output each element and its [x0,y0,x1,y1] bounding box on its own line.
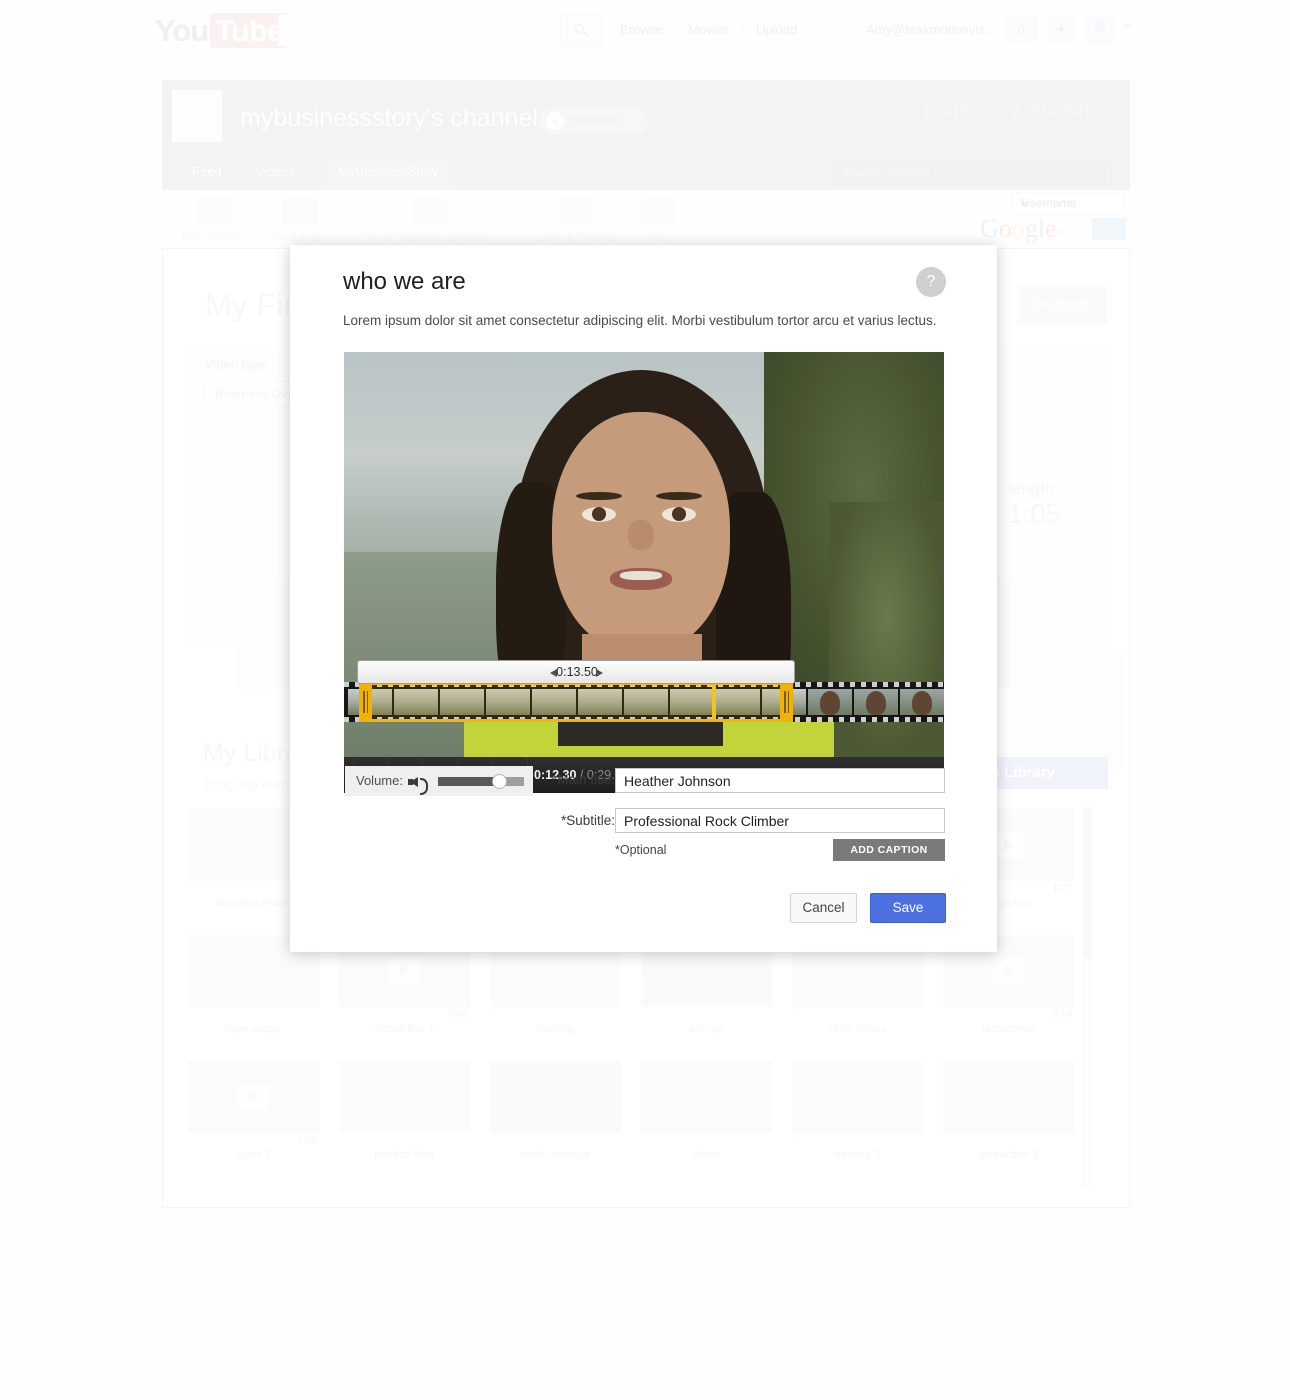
add-caption-button[interactable]: ADD CAPTION [833,839,945,861]
film-frame-image [854,689,898,715]
save-button[interactable]: Save [870,893,946,923]
subject-pupil-right [672,507,686,521]
timeline-time: 0:13.50 [556,665,598,679]
next-frame-arrow-icon[interactable] [596,669,603,677]
trim-selection[interactable] [359,682,793,722]
subject-brow-left [576,492,622,500]
film-frame[interactable] [900,689,944,715]
cancel-button[interactable]: Cancel [790,893,857,923]
edit-clip-modal: who we are ? Lorem ipsum dolor sit amet … [290,245,997,952]
volume-label: Volume: [356,773,403,788]
subtitle-label: *Subtitle: [560,813,615,828]
modal-description: Lorem ipsum dolor sit amet consectetur a… [343,313,937,328]
help-icon[interactable]: ? [916,267,946,297]
film-frame-image [900,689,944,715]
optional-note: *Optional [615,843,667,857]
film-frame-image [808,689,852,715]
trim-handle-end[interactable] [780,682,793,722]
film-frame-face [869,695,883,712]
film-frame[interactable] [854,689,898,715]
app-page: YouTube Browse | Movies | Upload Amy@tea… [0,0,1290,1400]
modal-title: who we are [343,268,466,295]
trim-timeline[interactable]: 0:13.50 [344,660,944,757]
timeline-scrubber[interactable]: 0:13.50 [357,660,795,684]
film-frame-face [823,695,837,712]
subtitle-input[interactable] [615,808,945,833]
subject-brow-right [656,492,702,500]
main-title-input[interactable] [615,768,945,793]
film-frame[interactable] [808,689,852,715]
film-frame-face [915,695,929,712]
subject-nose [628,520,654,550]
volume-icon[interactable] [408,777,428,795]
subject-teeth [620,571,662,580]
subject-pupil-left [592,507,606,521]
playhead-marker[interactable] [712,685,716,719]
main-title-label: *Main title: [551,772,615,787]
trim-handle-start[interactable] [359,682,372,722]
